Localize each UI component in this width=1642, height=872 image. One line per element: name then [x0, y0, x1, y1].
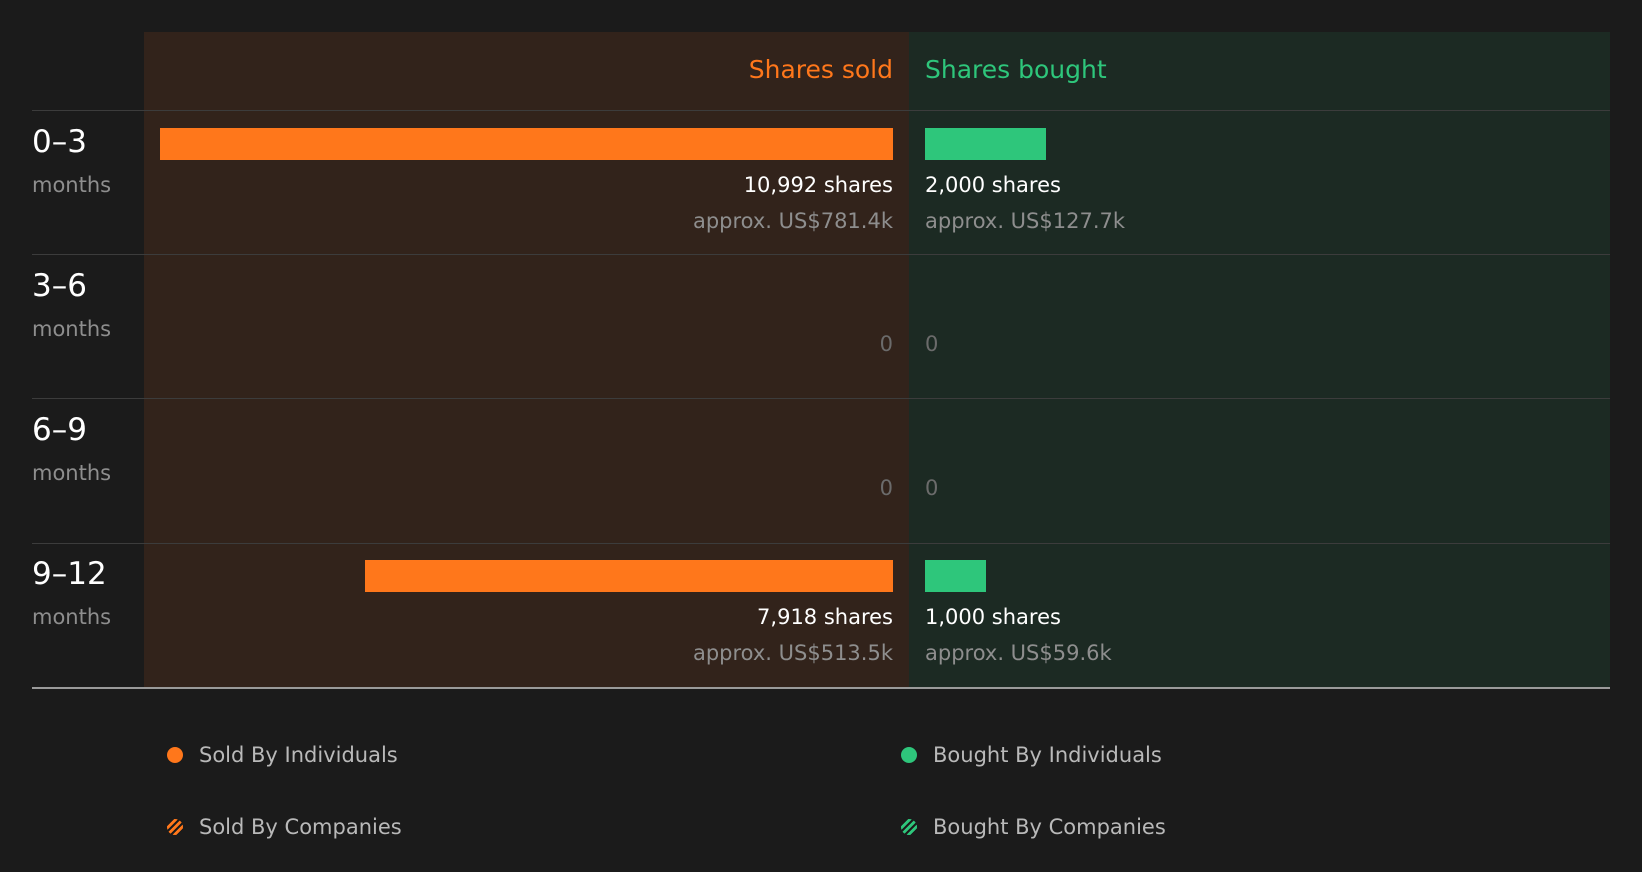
- sold-value-label: approx. US$781.4k: [692, 209, 893, 233]
- legend-label: Sold By Individuals: [199, 743, 398, 767]
- period-unit: months: [32, 461, 112, 485]
- period-unit: months: [32, 605, 112, 629]
- sold-value-label: approx. US$513.5k: [692, 641, 893, 665]
- period-label: 3–6: [32, 268, 87, 304]
- bought-zero-label: 0: [925, 476, 939, 500]
- row-divider: [32, 110, 1610, 111]
- legend-label: Bought By Individuals: [933, 743, 1162, 767]
- sold-shares-label: 7,918 shares: [757, 605, 893, 629]
- bought-bar: [925, 128, 1046, 160]
- hatched-circle-icon: [901, 819, 917, 835]
- hatched-circle-icon: [167, 819, 183, 835]
- table-row: 6–9 months 0 0: [0, 400, 1642, 544]
- table-row: 9–12 months 7,918 shares approx. US$513.5k 1…: [0, 544, 1642, 688]
- period-label: 6–9: [32, 412, 87, 448]
- shares-sold-header: Shares sold: [748, 55, 893, 84]
- table-row: 0–3 months 10,992 shares approx. US$781.4k 2…: [0, 112, 1642, 256]
- legend-label: Sold By Companies: [199, 815, 402, 839]
- bought-zero-label: 0: [925, 332, 939, 356]
- period-unit: months: [32, 173, 112, 197]
- legend-item: Bought By Individuals: [901, 740, 1162, 770]
- sold-shares-label: 10,992 shares: [743, 173, 893, 197]
- legend-item: Sold By Companies: [167, 812, 402, 842]
- sold-zero-label: 0: [879, 332, 893, 356]
- circle-icon: [167, 747, 183, 763]
- bought-shares-label: 1,000 shares: [925, 605, 1061, 629]
- period-label: 0–3: [32, 124, 87, 160]
- insider-trading-chart: Shares sold Shares bought 0–3 months 10,99…: [0, 0, 1642, 700]
- bought-bar: [925, 560, 986, 592]
- bought-value-label: approx. US$59.6k: [925, 641, 1112, 665]
- sold-bar: [160, 128, 893, 160]
- sold-zero-label: 0: [879, 476, 893, 500]
- period-label: 9–12: [32, 556, 107, 592]
- bought-value-label: approx. US$127.7k: [925, 209, 1126, 233]
- legend-label: Bought By Companies: [933, 815, 1166, 839]
- shares-bought-header: Shares bought: [925, 55, 1107, 84]
- legend-item: Sold By Individuals: [167, 740, 398, 770]
- legend-item: Bought By Companies: [901, 812, 1166, 842]
- bought-shares-label: 2,000 shares: [925, 173, 1061, 197]
- period-unit: months: [32, 317, 112, 341]
- sold-bar: [365, 560, 893, 592]
- circle-icon: [901, 747, 917, 763]
- table-row: 3–6 months 0 0: [0, 256, 1642, 400]
